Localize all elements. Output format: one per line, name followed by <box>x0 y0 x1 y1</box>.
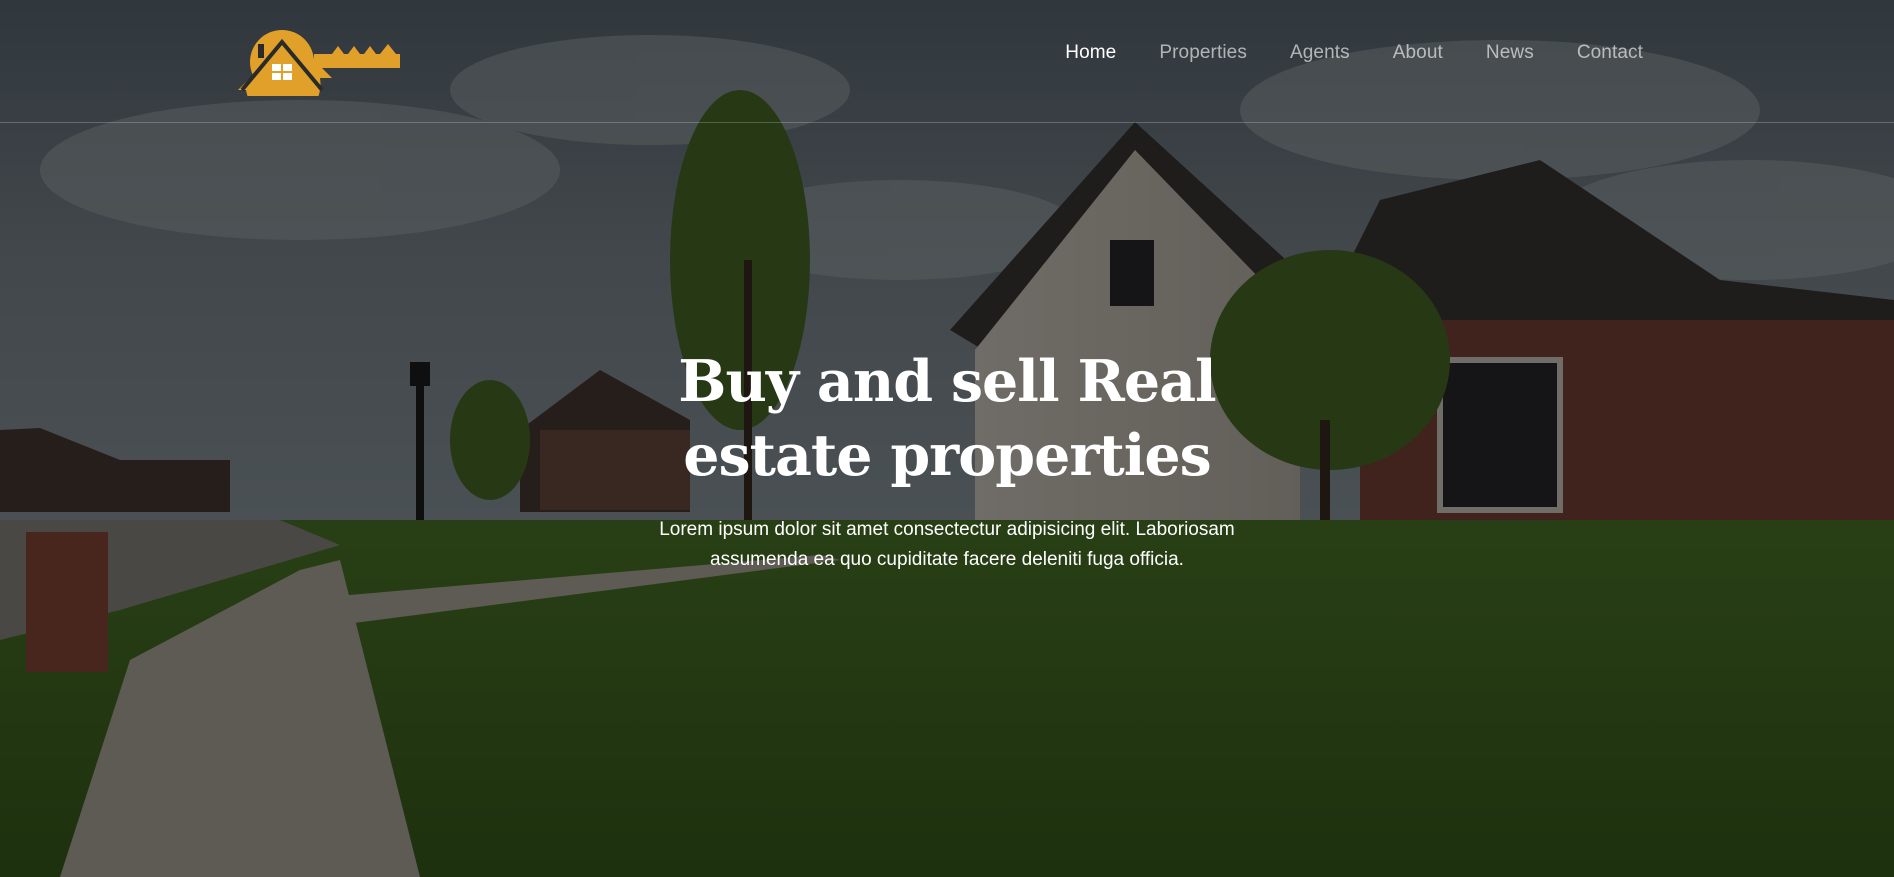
house-key-logo-icon[interactable] <box>236 24 402 122</box>
nav-item-agents: Agents <box>1290 42 1350 64</box>
hero-section: Home Properties Agents About News Contac… <box>0 0 1894 877</box>
nav-item-contact: Contact <box>1577 42 1643 64</box>
nav-item-properties: Properties <box>1159 42 1247 64</box>
nav-item-news: News <box>1486 42 1534 64</box>
hero-description: Lorem ipsum dolor sit amet consectectur … <box>659 519 1235 570</box>
nav-link-contact[interactable]: Contact <box>1577 42 1643 63</box>
nav-link-news[interactable]: News <box>1486 42 1534 63</box>
navbar: Home Properties Agents About News Contac… <box>0 0 1894 123</box>
nav-link-agents[interactable]: Agents <box>1290 42 1350 63</box>
nav-link-about[interactable]: About <box>1393 42 1443 63</box>
nav-item-about: About <box>1393 42 1443 64</box>
nav-link-home[interactable]: Home <box>1065 42 1116 63</box>
nav-item-home: Home <box>1065 42 1116 64</box>
nav-link-properties[interactable]: Properties <box>1159 42 1247 63</box>
main-nav: Home Properties Agents About News Contac… <box>1022 42 1643 64</box>
hero-content: Buy and sell Real estate properties Lore… <box>0 345 1894 575</box>
hero-title: Buy and sell Real estate properties <box>678 348 1216 489</box>
